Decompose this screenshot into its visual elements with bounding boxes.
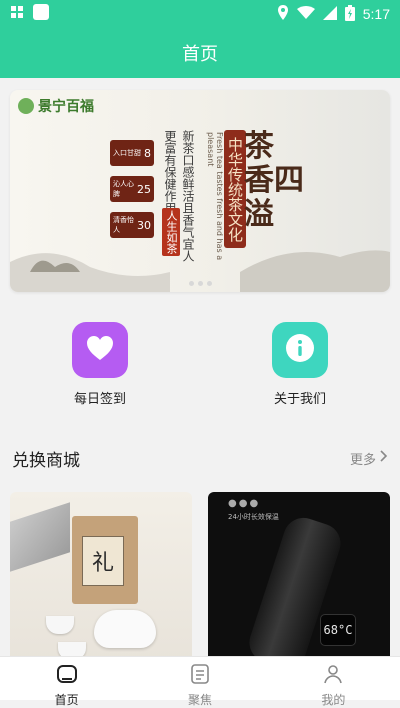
location-icon bbox=[277, 4, 289, 24]
clock: 5:17 bbox=[362, 6, 390, 22]
battery-charging-icon bbox=[344, 4, 355, 24]
product-card-thermos[interactable]: ●●● 24小时长效保温 68°C bbox=[208, 492, 390, 658]
more-label: 更多 bbox=[349, 452, 376, 468]
about-action[interactable]: 关于我们 bbox=[200, 304, 400, 414]
checkin-tile[interactable] bbox=[72, 322, 128, 378]
carousel-dot[interactable] bbox=[197, 281, 203, 286]
news-icon bbox=[189, 663, 211, 689]
more-link[interactable]: 更多 bbox=[350, 449, 388, 468]
headline-line-2: 香四 bbox=[244, 163, 304, 198]
carousel-dot[interactable] bbox=[188, 281, 194, 286]
about-label: 关于我们 bbox=[273, 392, 326, 407]
app-bar: 首页 bbox=[0, 28, 400, 78]
laptop-illustration bbox=[10, 502, 70, 572]
profile-icon bbox=[322, 663, 344, 689]
about-tile[interactable] bbox=[272, 322, 328, 378]
tab-focus[interactable]: 聚焦 bbox=[133, 657, 266, 707]
quick-actions: 每日签到 关于我们 bbox=[0, 304, 400, 414]
apps-icon bbox=[10, 5, 24, 23]
bottom-tab-bar: 首页 聚焦 我的 bbox=[0, 656, 400, 707]
chevron-right-icon bbox=[380, 450, 388, 466]
tab-mine[interactable]: 我的 bbox=[267, 657, 400, 707]
teapot-illustration bbox=[94, 610, 156, 648]
leaf-icon bbox=[18, 98, 34, 114]
teacup-illustration bbox=[46, 616, 74, 634]
brand-name: 景宁百福 bbox=[38, 99, 94, 115]
home-icon bbox=[56, 663, 78, 689]
heart-icon bbox=[85, 334, 115, 366]
headline-line-1: 茶 bbox=[244, 129, 274, 164]
checkin-action[interactable]: 每日签到 bbox=[0, 304, 200, 414]
signal-icon bbox=[322, 5, 337, 23]
thermos-caption: 24小时长效保温 bbox=[228, 513, 279, 521]
checkin-label: 每日签到 bbox=[73, 392, 126, 407]
carousel-dots bbox=[10, 281, 390, 286]
section-title: 兑换商城 bbox=[12, 450, 80, 471]
badge-text: 入口甘甜 bbox=[113, 149, 141, 157]
notification-square-icon bbox=[32, 3, 50, 25]
dots-decoration: ●●● bbox=[228, 498, 261, 509]
main-content: 景宁百福 入口甘甜 8 沁人心脾 25 清香怡人 30 更富有保健作用 人生如茶 新茶… bbox=[0, 78, 400, 658]
gift-label: 礼 bbox=[82, 536, 124, 586]
banner-line-2: 更富有保健作用 bbox=[163, 130, 177, 214]
carousel-dot[interactable] bbox=[206, 281, 212, 286]
product-list: 礼 ●●● 24小时长效保温 68°C bbox=[10, 492, 390, 658]
temperature-display: 68°C bbox=[320, 614, 356, 646]
page-title: 首页 bbox=[182, 44, 218, 65]
tab-home[interactable]: 首页 bbox=[0, 657, 133, 707]
product-card-tea-gift[interactable]: 礼 bbox=[10, 492, 192, 658]
status-bar: 5:17 bbox=[0, 0, 400, 28]
mountains-illustration bbox=[10, 250, 390, 292]
badge-number: 8 bbox=[144, 146, 151, 160]
badge-2: 沁人心脾 25 bbox=[110, 176, 154, 202]
badge-text: 沁人心脾 bbox=[113, 180, 134, 198]
badge-1: 入口甘甜 8 bbox=[110, 140, 154, 166]
wifi-icon bbox=[296, 5, 315, 23]
exchange-mall-header: 兑换商城 更多 bbox=[0, 442, 400, 474]
info-icon bbox=[285, 333, 315, 367]
banner-carousel[interactable]: 景宁百福 入口甘甜 8 沁人心脾 25 清香怡人 30 更富有保健作用 人生如茶 新茶… bbox=[10, 90, 390, 292]
badge-number: 25 bbox=[137, 182, 151, 196]
brand-logo: 景宁百福 bbox=[18, 96, 94, 116]
